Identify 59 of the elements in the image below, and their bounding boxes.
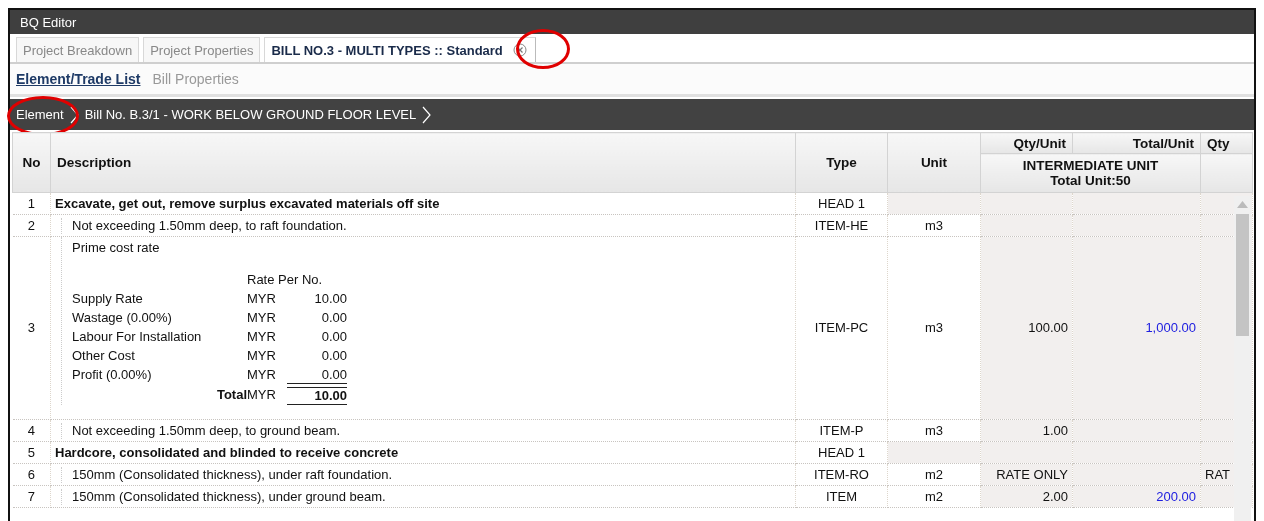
column-header: No xyxy=(12,132,51,193)
currency: MYR xyxy=(247,310,277,326)
description-text: 150mm (Consolidated thickness), under ground beam. xyxy=(72,488,386,505)
row-number: 2 xyxy=(12,214,51,237)
cost-amount: 0.00 xyxy=(320,310,347,326)
cost-amount: 10.00 xyxy=(313,291,347,307)
cost-amount: 0.00 xyxy=(320,329,347,345)
rate-heading: Rate Per No. xyxy=(247,272,324,288)
row-number: 3 xyxy=(12,236,51,420)
close-button[interactable] xyxy=(510,41,529,59)
row-number: 5 xyxy=(12,441,51,464)
cost-label: Other Cost xyxy=(72,348,136,364)
column-header: Qty xyxy=(1200,132,1253,154)
column-header: Type xyxy=(795,132,888,193)
cost-label: Wastage (0.00%) xyxy=(72,310,173,326)
cost-label: Supply Rate xyxy=(72,291,144,307)
tab[interactable]: BILL NO.3 - MULTI TYPES :: Standard xyxy=(264,37,536,62)
currency: MYR xyxy=(247,348,277,364)
scroll-up-icon[interactable] xyxy=(1237,201,1248,208)
group-header: INTERMEDIATE UNIT Total Unit:50 xyxy=(980,153,1201,193)
description-text: Not exceeding 1.50mm deep, to ground beam. xyxy=(72,422,341,439)
qty-cell: 100.00 xyxy=(980,236,1073,420)
window-title: BQ Editor xyxy=(10,10,1254,34)
row-number: 4 xyxy=(12,419,51,442)
unit-cell: m2 xyxy=(887,485,981,508)
total-cell: 1,000.00 xyxy=(1072,236,1201,420)
column-header: Description xyxy=(50,132,796,193)
cost-amount: 0.00 xyxy=(320,348,347,364)
total-amount: 10.00 xyxy=(287,387,347,405)
unit-cell: m3 xyxy=(887,236,981,420)
description-text: Not exceeding 1.50mm deep, to raft foundation. xyxy=(72,217,347,234)
row-number: 6 xyxy=(12,463,51,486)
unit-cell: m3 xyxy=(887,214,981,237)
sub-tab[interactable]: Element/Trade List xyxy=(16,71,141,87)
unit-cell: m3 xyxy=(887,419,981,442)
description-text: 150mm (Consolidated thickness), under raft foundation. xyxy=(72,466,393,483)
currency: MYR xyxy=(247,387,277,404)
breadcrumb-item[interactable]: Bill No. B.3/1 - WORK BELOW GROUND FLOOR LEVEL xyxy=(84,107,417,122)
column-header: Unit xyxy=(887,132,981,193)
scrollbar-thumb[interactable] xyxy=(1236,214,1249,336)
column-header: Total/Unit xyxy=(1072,132,1201,154)
column-header: Qty/Unit xyxy=(980,132,1073,154)
column-header-blank xyxy=(1200,153,1253,193)
description-text: Hardcore, consolidated and blinded to receive concrete xyxy=(55,444,399,461)
type-cell: ITEM-PC xyxy=(795,236,888,420)
currency: MYR xyxy=(247,367,277,384)
row-number: 1 xyxy=(12,192,51,215)
cost-amount: 0.00 xyxy=(287,367,347,384)
row-number: 7 xyxy=(12,485,51,508)
description-text: Prime cost rate xyxy=(72,240,160,256)
breadcrumb-item[interactable]: Element xyxy=(16,107,64,122)
unit-cell: m2 xyxy=(887,463,981,486)
currency: MYR xyxy=(247,291,277,307)
currency: MYR xyxy=(247,329,277,345)
description-text: Excavate, get out, remove surplus excavated materials off site xyxy=(55,195,440,212)
cost-label: Labour For Installation xyxy=(72,329,203,345)
cost-label: Profit (0.00%) xyxy=(72,367,153,384)
chevron-right-icon xyxy=(422,105,432,124)
total-label: Total xyxy=(215,387,247,404)
